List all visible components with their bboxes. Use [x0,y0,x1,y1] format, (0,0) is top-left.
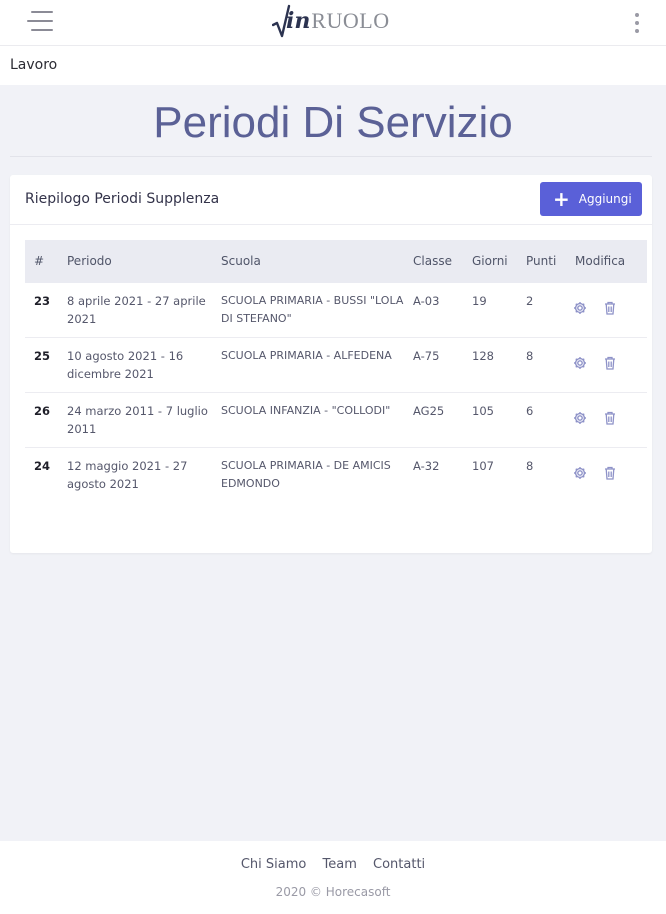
header-edit: Modifica [575,254,626,268]
row-id: 26 [34,404,51,418]
row-period: 24 marzo 2011 - 7 luglio 2011 [67,404,208,436]
row-period: 10 agosto 2021 - 16 dicembre 2021 [67,349,184,381]
row-period: 12 maggio 2021 - 27 agosto 2021 [67,459,188,491]
row-id: 23 [34,294,51,308]
trash-icon[interactable] [602,355,618,371]
row-points: 8 [526,459,534,473]
table-header: # Periodo Scuola Classe Giorni Punti Mod… [25,240,647,283]
top-navbar: in RUOLO [0,0,666,46]
summary-card: Riepilogo Periodi Supplenza + Aggiungi #… [10,175,652,553]
gear-icon[interactable] [572,300,588,316]
gear-icon[interactable] [572,410,588,426]
footer-link-contatti[interactable]: Contatti [373,857,425,872]
add-button-label: Aggiungi [578,192,632,206]
header-days: Giorni [472,254,508,268]
table-row: 23 8 aprile 2021 - 27 aprile 2021 SCUOLA… [25,283,647,338]
page-title: Periodi Di Servizio [153,98,513,147]
row-id: 24 [34,459,51,473]
footer: Chi Siamo Team Contatti 2020 © Horecasof… [0,841,666,914]
row-period: 8 aprile 2021 - 27 aprile 2021 [67,294,206,326]
trash-icon[interactable] [602,410,618,426]
row-school: SCUOLA PRIMARIA - BUSSI "LOLA DI STEFANO… [221,294,404,325]
row-days: 105 [472,404,494,418]
row-points: 6 [526,404,534,418]
footer-link-chi-siamo[interactable]: Chi Siamo [241,857,307,872]
table-row: 25 10 agosto 2021 - 16 dicembre 2021 SCU… [25,338,647,393]
hamburger-menu-icon[interactable] [27,11,53,33]
copyright-text: 2020 © Horecasoft [275,885,391,899]
gear-icon[interactable] [572,355,588,371]
table-row: 26 24 marzo 2011 - 7 luglio 2011 SCUOLA … [25,393,647,448]
row-points: 2 [526,294,534,308]
row-class: A-03 [413,294,440,308]
row-class: A-75 [413,349,440,363]
title-divider [10,156,652,157]
row-id: 25 [34,349,51,363]
row-days: 107 [472,459,494,473]
card-title: Riepilogo Periodi Supplenza [25,191,220,207]
row-school: SCUOLA PRIMARIA - ALFEDENA [221,349,392,362]
row-points: 8 [526,349,534,363]
logo-ruolo-text: RUOLO [311,8,390,33]
logo-in-text: in [286,8,311,34]
header-id: # [34,254,45,268]
row-school: SCUOLA PRIMARIA - DE AMICIS EDMONDO [221,459,391,490]
trash-icon[interactable] [602,465,618,481]
add-button[interactable]: + Aggiungi [540,182,642,216]
section-bar: Lavoro [0,46,666,85]
gear-icon[interactable] [572,465,588,481]
footer-link-team[interactable]: Team [323,857,357,872]
app-logo[interactable]: in RUOLO [272,2,390,40]
row-days: 128 [472,349,494,363]
row-class: A-32 [413,459,440,473]
footer-links: Chi Siamo Team Contatti [0,857,666,872]
header-school: Scuola [221,254,261,268]
row-class: AG25 [413,404,445,418]
plus-icon: + [553,187,570,211]
header-class: Classe [413,254,452,268]
row-school: SCUOLA INFANZIA - "COLLODI" [221,404,391,417]
card-header: Riepilogo Periodi Supplenza + Aggiungi [10,175,652,225]
table-row: 24 12 maggio 2021 - 27 agosto 2021 SCUOL… [25,448,647,503]
kebab-menu-icon[interactable] [630,13,644,33]
header-period: Periodo [67,254,112,268]
section-label: Lavoro [10,57,58,73]
trash-icon[interactable] [602,300,618,316]
header-points: Punti [526,254,557,268]
row-days: 19 [472,294,487,308]
